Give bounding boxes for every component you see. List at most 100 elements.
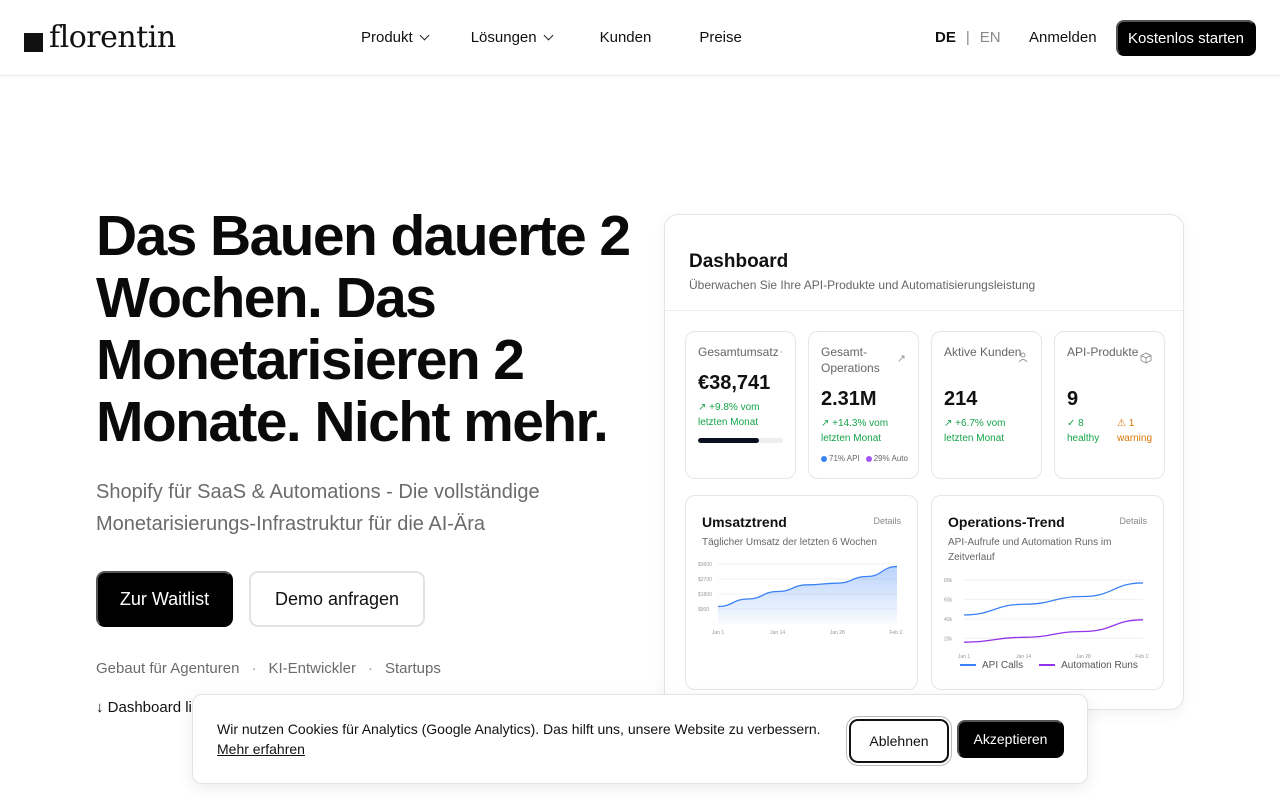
login-link[interactable]: Anmelden [1029,29,1097,46]
x-tick-label: Jan 28 [830,630,845,636]
dashboard-subtitle: Überwachen Sie Ihre API-Produkte und Aut… [689,278,1036,292]
start-free-button[interactable]: Kostenlos starten [1116,20,1256,56]
auto-share: 29% Auto [865,454,908,463]
nav-produkt-label: Produkt [361,29,413,46]
product-health: ✓ 8 healthy ⚠ 1 warning [1067,416,1157,446]
y-tick-label: $2700 [698,577,712,583]
revenue-progress-fill [698,438,760,443]
hero-subtitle: Shopify für SaaS & Automations - Die vol… [96,481,540,535]
y-tick-label: $900 [698,607,709,613]
top-navigation: florentin Produkt Lösungen Kunden Preise… [0,0,1280,76]
cookie-message: Wir nutzen Cookies für Analytics (Google… [217,719,837,759]
logo-square-icon [24,33,43,52]
x-tick-label: Jan 14 [770,630,785,636]
logo-text: florentin [49,20,176,55]
chart-subtitle: API-Aufrufe und Automation Runs im Zeitv… [948,537,1112,563]
nav-produkt[interactable]: Produkt [361,29,430,46]
kpi-label: API-Produkte [1067,345,1139,359]
warning-count: ⚠ 1 warning [1117,418,1153,444]
chart-title: Operations-Trend [948,514,1065,530]
audience-separator: · [367,660,373,677]
y-tick-label: 20k [944,636,953,642]
legend-automation-runs: Automation Runs [1039,660,1138,671]
euro-icon: · [779,346,783,358]
kpi-label: Aktive Kunden [944,345,1022,359]
lang-de[interactable]: DE [935,29,956,46]
dashboard-preview: Dashboard Überwachen Sie Ihre API-Produk… [664,214,1184,710]
dashboard-title: Dashboard [689,251,789,272]
hero-title: Das Bauen dauerte 2 Wochen. Das Monetari… [96,204,631,454]
chevron-down-icon [543,30,554,41]
y-tick-label: $1800 [698,592,712,598]
kpi-label: Gesamt-Operations [821,345,880,375]
legend-auto-label: Automation Runs [1061,660,1138,671]
series-line [963,619,1144,643]
trend-arrow-icon: ↗ [896,353,906,365]
kpi-value: 9 [1067,388,1079,410]
api-share-label: 71% API [829,454,860,463]
learn-more-link[interactable]: Mehr erfahren [217,741,305,757]
legend-line-icon [1039,664,1056,667]
nav-loesungen[interactable]: Lösungen [470,29,554,46]
y-tick-label: 40k [944,617,953,623]
users-icon [1017,352,1029,366]
operations-split: 71% API 29% Auto [821,454,908,463]
api-dot-icon [821,455,827,462]
operations-trend-card: Operations-Trend Details API-Aufrufe und… [931,495,1164,690]
operations-trend-chart: 20k40k60k80kJan 1Jan 14Jan 28Feb 11 [944,578,1149,660]
chart-subtitle: Täglicher Umsatz der letzten 6 Wochen [702,537,877,548]
kpi-value: 214 [944,388,978,410]
kpi-card-api-products: API-Produkte 9 ✓ 8 healthy ⚠ 1 warning [1054,331,1165,479]
y-tick-label: $3600 [698,562,712,568]
decline-cookies-button[interactable]: Ablehnen [849,719,949,763]
y-tick-label: 60k [944,597,953,603]
logo[interactable]: florentin [24,22,176,54]
chevron-down-icon [419,30,430,41]
cookie-banner: Wir nutzen Cookies für Analytics (Google… [192,694,1088,784]
kpi-label: Gesamtumsatz [698,345,779,359]
lang-en[interactable]: EN [980,29,1001,46]
audience-agencies: Gebaut für Agenturen [96,660,240,677]
kpi-trend: ↗ +14.3% vom letzten Monat [821,418,889,444]
kpi-value: €38,741 [698,372,771,394]
revenue-trend-chart: $900 $1800 $2700 $3600 Jan 1 Jan 14 Jan 28 Feb … [698,562,903,636]
legend-line-icon [960,664,976,667]
kpi-trend: ↗ +6.7% vom letzten Monat [944,418,1006,444]
language-switcher: DE | EN [935,29,1001,46]
kpi-card-customers: Aktive Kunden 214 ↗ +6.7% vom letzten Mo… [931,331,1042,479]
kpi-value: 2.31M [821,388,877,410]
audience-separator: · [251,660,257,677]
chart-legend: API Calls Automation Runs [960,660,1138,671]
area-fill [718,566,897,624]
waitlist-button[interactable]: Zur Waitlist [96,571,233,627]
x-tick-label: Jan 1 [712,630,724,636]
chart-title: Umsatztrend [702,514,787,530]
auto-share-label: 29% Auto [873,454,908,463]
api-share: 71% API [821,454,860,463]
accept-cookies-button[interactable]: Akzeptieren [957,720,1064,758]
audience-list: Gebaut für Agenturen · KI-Entwickler · S… [96,660,441,677]
nav-preise[interactable]: Preise [699,29,742,46]
nav-kunden[interactable]: Kunden [600,29,652,46]
auto-dot-icon [865,455,872,462]
lang-separator: | [965,29,970,46]
healthy-count: ✓ 8 healthy [1067,418,1100,444]
nav-kunden-label: Kunden [599,29,652,46]
audience-ai-devs: KI-Entwickler [268,660,356,677]
nav-loesungen-label: Lösungen [470,29,537,46]
box-icon [1140,352,1152,367]
kpi-card-operations: Gesamt-Operations ↗ 2.31M ↗ +14.3% vom l… [808,331,919,479]
nav-preise-label: Preise [699,29,742,46]
revenue-progress-bar [698,438,783,443]
details-link[interactable]: Details [873,516,901,526]
main-menu: Produkt Lösungen Kunden Preise [361,29,742,46]
dashboard-live-link[interactable]: ↓ Dashboard live [96,699,208,716]
demo-request-button[interactable]: Demo anfragen [249,571,425,627]
details-link[interactable]: Details [1119,516,1147,526]
cookie-text: Wir nutzen Cookies für Analytics (Google… [217,721,821,737]
x-tick-label: Feb 11 [889,630,903,636]
legend-api-label: API Calls [982,660,1024,671]
revenue-trend-card: Umsatztrend Details Täglicher Umsatz der… [685,495,918,690]
dashboard-header: Dashboard Überwachen Sie Ihre API-Produk… [665,215,1183,311]
y-tick-label: 80k [944,578,953,584]
